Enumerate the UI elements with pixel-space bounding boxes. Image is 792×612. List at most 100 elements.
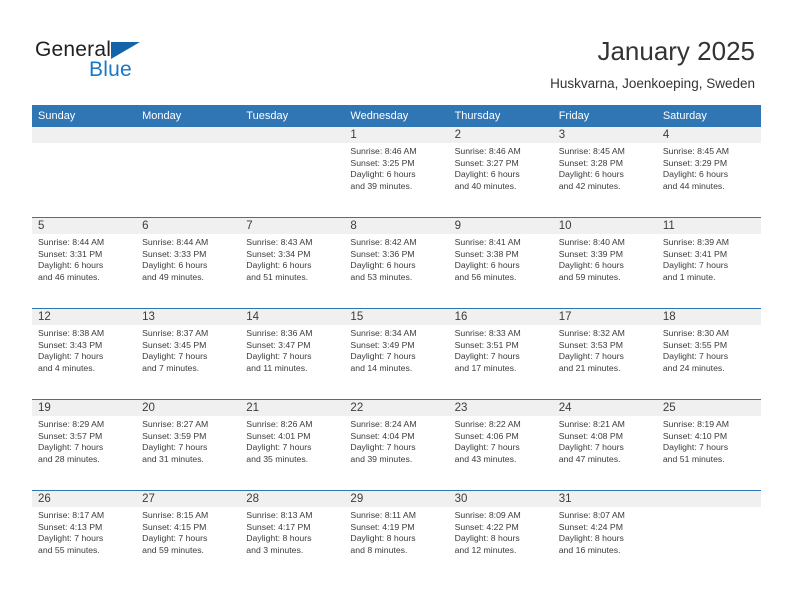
daylight-duration-line2: and 51 minutes. [246, 271, 309, 282]
calendar-day-cell[interactable]: 9 Sunrise: 8:41 AM Sunset: 3:38 PM Daylight… [448, 217, 553, 309]
sunrise-time: Sunrise: 8:40 AM [558, 237, 625, 247]
calendar-week-row: 12 Sunrise: 8:38 AM Sunset: 3:43 PM Dayligh… [32, 308, 761, 400]
daylight-duration-line1: Daylight: 7 hours [454, 351, 520, 362]
day-number: 14 [240, 309, 345, 325]
daylight-duration-line1: Daylight: 6 hours [38, 260, 104, 271]
day-number: 9 [448, 218, 553, 234]
sunset-time: Sunset: 3:39 PM [558, 248, 623, 259]
day-number: 10 [552, 218, 657, 234]
sunrise-time: Sunrise: 8:41 AM [454, 237, 521, 247]
sunset-time: Sunset: 3:29 PM [662, 157, 728, 168]
calendar-day-cell[interactable]: 11 Sunrise: 8:39 AM Sunset: 3:41 PM Dayligh… [656, 217, 761, 309]
weekday-header-wednesday: Wednesday [344, 105, 449, 127]
sunset-time: Sunset: 4:01 PM [246, 430, 311, 441]
calendar-day-cell[interactable]: 20 Sunrise: 8:27 AM Sunset: 3:59 PM Dayligh… [136, 399, 241, 491]
daylight-duration-line1: Daylight: 6 hours [246, 260, 312, 271]
calendar-week-row: 1 Sunrise: 8:46 AM Sunset: 3:25 PM Daylight… [32, 127, 761, 218]
day-cell-content: 28 Sunrise: 8:13 AM Sunset: 4:17 PM Dayligh… [240, 491, 345, 581]
sunset-time: Sunset: 3:27 PM [454, 157, 519, 168]
daylight-duration-line1: Daylight: 6 hours [142, 260, 208, 271]
calendar-day-cell[interactable]: 24 Sunrise: 8:21 AM Sunset: 4:08 PM Dayligh… [552, 399, 657, 491]
day-number [656, 491, 761, 507]
calendar-day-cell[interactable]: 12 Sunrise: 8:38 AM Sunset: 3:43 PM Dayligh… [32, 308, 137, 400]
daylight-duration-line2: and 17 minutes. [454, 362, 517, 373]
daylight-duration-line2: and 12 minutes. [454, 544, 517, 555]
day-number: 20 [136, 400, 241, 416]
day-number: 7 [240, 218, 345, 234]
calendar-day-cell[interactable]: 25 Sunrise: 8:19 AM Sunset: 4:10 PM Dayligh… [656, 399, 761, 491]
daylight-duration-line2: and 49 minutes. [142, 271, 204, 282]
calendar-day-cell[interactable]: 7 Sunrise: 8:43 AM Sunset: 3:34 PM Daylight… [240, 217, 345, 309]
day-cell-content: 11 Sunrise: 8:39 AM Sunset: 3:41 PM Dayligh… [656, 218, 761, 308]
daylight-duration-line2: and 56 minutes. [454, 271, 517, 282]
calendar-day-cell[interactable]: 15 Sunrise: 8:34 AM Sunset: 3:49 PM Dayligh… [344, 308, 449, 400]
sunset-time: Sunset: 3:31 PM [38, 248, 103, 259]
calendar-day-cell[interactable]: 26 Sunrise: 8:17 AM Sunset: 4:13 PM Dayligh… [32, 490, 137, 581]
daylight-duration-line2: and 44 minutes. [662, 180, 725, 191]
day-number: 17 [552, 309, 657, 325]
sunrise-time: Sunrise: 8:15 AM [142, 510, 209, 520]
calendar-day-cell[interactable]: 29 Sunrise: 8:11 AM Sunset: 4:19 PM Dayligh… [344, 490, 449, 581]
sunrise-time: Sunrise: 8:38 AM [38, 328, 105, 338]
calendar-day-cell[interactable]: 3 Sunrise: 8:45 AM Sunset: 3:28 PM Daylight… [552, 127, 657, 218]
daylight-duration-line1: Daylight: 8 hours [558, 533, 624, 544]
sunrise-time: Sunrise: 8:24 AM [350, 419, 417, 429]
calendar-day-cell[interactable]: 18 Sunrise: 8:30 AM Sunset: 3:55 PM Dayligh… [656, 308, 761, 400]
calendar-day-cell[interactable]: 22 Sunrise: 8:24 AM Sunset: 4:04 PM Dayligh… [344, 399, 449, 491]
sunrise-time: Sunrise: 8:07 AM [558, 510, 625, 520]
sunset-time: Sunset: 3:34 PM [246, 248, 311, 259]
day-cell-content: 23 Sunrise: 8:22 AM Sunset: 4:06 PM Dayligh… [448, 400, 553, 490]
sunrise-time: Sunrise: 8:42 AM [350, 237, 417, 247]
sunset-time: Sunset: 3:36 PM [350, 248, 415, 259]
day-number: 27 [136, 491, 241, 507]
sunrise-time: Sunrise: 8:36 AM [246, 328, 313, 338]
calendar-day-cell[interactable]: 4 Sunrise: 8:45 AM Sunset: 3:29 PM Daylight… [656, 127, 761, 218]
day-number: 24 [552, 400, 657, 416]
calendar-day-cell[interactable]: 5 Sunrise: 8:44 AM Sunset: 3:31 PM Daylight… [32, 217, 137, 309]
calendar-day-cell[interactable]: 23 Sunrise: 8:22 AM Sunset: 4:06 PM Dayligh… [448, 399, 553, 491]
calendar-day-cell[interactable]: 21 Sunrise: 8:26 AM Sunset: 4:01 PM Dayligh… [240, 399, 345, 491]
calendar-day-cell[interactable]: 14 Sunrise: 8:36 AM Sunset: 3:47 PM Dayligh… [240, 308, 345, 400]
day-sun-info: Sunrise: 8:09 AM Sunset: 4:22 PM Daylight:… [449, 507, 553, 556]
daylight-duration-line2: and 59 minutes. [558, 271, 621, 282]
calendar-day-cell[interactable]: 17 Sunrise: 8:32 AM Sunset: 3:53 PM Dayligh… [552, 308, 657, 400]
calendar-day-cell[interactable]: 10 Sunrise: 8:40 AM Sunset: 3:39 PM Dayligh… [552, 217, 657, 309]
day-sun-info: Sunrise: 8:30 AM Sunset: 3:55 PM Daylight:… [657, 325, 761, 374]
calendar-day-cell[interactable]: 13 Sunrise: 8:37 AM Sunset: 3:45 PM Dayligh… [136, 308, 241, 400]
sunrise-time: Sunrise: 8:33 AM [454, 328, 521, 338]
day-sun-info: Sunrise: 8:29 AM Sunset: 3:57 PM Daylight:… [32, 416, 136, 465]
sunset-time: Sunset: 3:43 PM [38, 339, 103, 350]
calendar-day-cell[interactable]: 8 Sunrise: 8:42 AM Sunset: 3:36 PM Daylight… [344, 217, 449, 309]
day-number: 11 [656, 218, 761, 234]
daylight-duration-line2: and 14 minutes. [350, 362, 413, 373]
day-number: 5 [32, 218, 137, 234]
generalblue-logo[interactable]: General Blue [35, 38, 215, 86]
calendar-day-cell[interactable]: 1 Sunrise: 8:46 AM Sunset: 3:25 PM Daylight… [344, 127, 449, 218]
sunrise-time: Sunrise: 8:19 AM [662, 419, 730, 429]
sunrise-time: Sunrise: 8:46 AM [350, 146, 417, 156]
daylight-duration-line2: and 35 minutes. [246, 453, 309, 464]
calendar-day-cell[interactable]: 30 Sunrise: 8:09 AM Sunset: 4:22 PM Dayligh… [448, 490, 553, 581]
calendar-day-cell[interactable]: 2 Sunrise: 8:46 AM Sunset: 3:27 PM Daylight… [448, 127, 553, 218]
sunset-time: Sunset: 3:51 PM [454, 339, 519, 350]
calendar-empty-cell [240, 127, 345, 218]
calendar-day-cell[interactable]: 28 Sunrise: 8:13 AM Sunset: 4:17 PM Dayligh… [240, 490, 345, 581]
day-sun-info: Sunrise: 8:34 AM Sunset: 3:49 PM Daylight:… [344, 325, 448, 374]
calendar-day-cell[interactable]: 6 Sunrise: 8:44 AM Sunset: 3:33 PM Daylight… [136, 217, 241, 309]
day-sun-info: Sunrise: 8:17 AM Sunset: 4:13 PM Daylight:… [32, 507, 136, 556]
day-number: 2 [448, 127, 553, 143]
day-cell-content: 2 Sunrise: 8:46 AM Sunset: 3:27 PM Daylight… [448, 127, 553, 217]
daylight-duration-line1: Daylight: 6 hours [350, 260, 416, 271]
calendar-day-cell[interactable]: 16 Sunrise: 8:33 AM Sunset: 3:51 PM Dayligh… [448, 308, 553, 400]
day-cell-content: 15 Sunrise: 8:34 AM Sunset: 3:49 PM Dayligh… [344, 309, 449, 399]
day-cell-content: 9 Sunrise: 8:41 AM Sunset: 3:38 PM Daylight… [448, 218, 553, 308]
daylight-duration-line2: and 28 minutes. [38, 453, 100, 464]
calendar-day-cell[interactable]: 19 Sunrise: 8:29 AM Sunset: 3:57 PM Dayligh… [32, 399, 137, 491]
calendar-day-cell[interactable]: 31 Sunrise: 8:07 AM Sunset: 4:24 PM Dayligh… [552, 490, 657, 581]
day-sun-info: Sunrise: 8:39 AM Sunset: 3:41 PM Daylight:… [657, 234, 761, 283]
day-sun-info: Sunrise: 8:45 AM Sunset: 3:29 PM Daylight:… [657, 143, 761, 192]
day-number: 29 [344, 491, 449, 507]
daylight-duration-line2: and 16 minutes. [558, 544, 621, 555]
calendar-day-cell[interactable]: 27 Sunrise: 8:15 AM Sunset: 4:15 PM Dayligh… [136, 490, 241, 581]
day-cell-content: 31 Sunrise: 8:07 AM Sunset: 4:24 PM Dayligh… [552, 491, 657, 581]
